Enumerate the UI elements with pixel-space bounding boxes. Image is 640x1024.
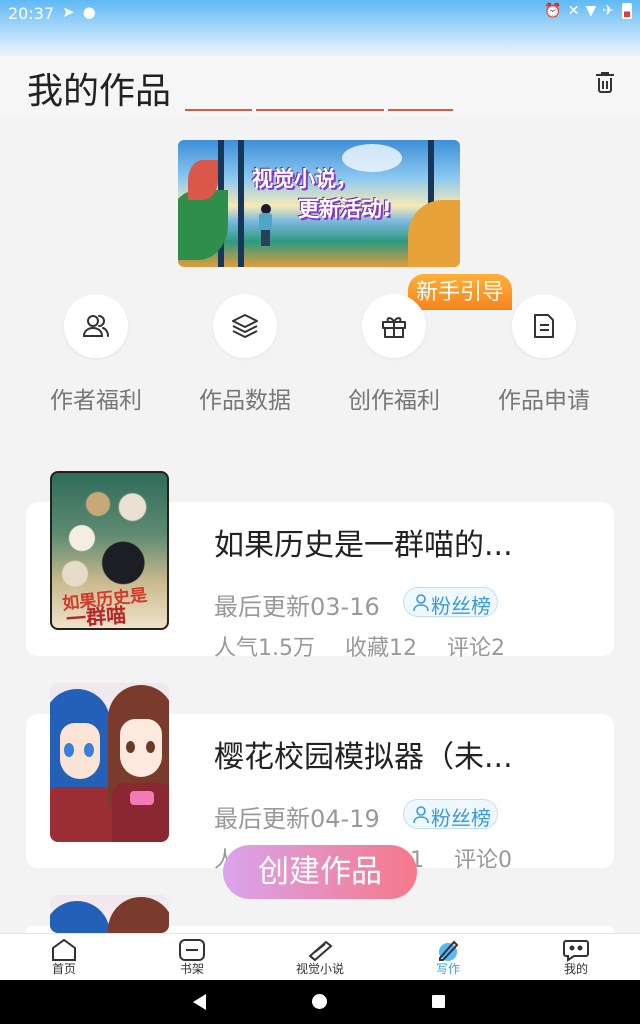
document-icon	[534, 314, 554, 338]
home-icon	[52, 938, 76, 961]
alarm-icon: ⏰	[544, 3, 568, 19]
fans-ranking-button[interactable]: 粉丝榜	[403, 587, 498, 618]
cover-title-text: 一群喵	[65, 602, 127, 630]
banner-plant	[188, 160, 218, 200]
header-divider	[256, 109, 384, 111]
work-updated: 最后更新04-19	[214, 805, 380, 833]
fans-ranking-label: 粉丝榜	[431, 806, 491, 830]
comments-count: 评论0	[454, 848, 513, 873]
fans-ranking-label: 粉丝榜	[431, 594, 491, 618]
tab-label: 视觉小说	[295, 962, 344, 976]
recents-icon[interactable]	[432, 995, 445, 1008]
user-icon	[413, 806, 429, 824]
layers-icon	[232, 314, 258, 338]
quick-action-work-application[interactable]: 作品申请	[478, 294, 610, 424]
banner-caption: 视觉小说，	[252, 167, 357, 191]
tab-visual-novel[interactable]: 视觉小说	[260, 934, 380, 981]
bottom-tab-bar: 首页 书架 视觉小说 写作 我的	[0, 933, 640, 980]
comments-count: 评论2	[447, 636, 505, 661]
tab-label: 首页	[51, 962, 76, 976]
users-icon	[82, 315, 109, 337]
create-work-button[interactable]: 创建作品	[223, 845, 417, 899]
favorites-count: 收藏12	[345, 636, 417, 661]
work-cover-image[interactable]	[50, 683, 169, 842]
header-divider	[185, 109, 252, 111]
quick-action-label: 作品申请	[498, 388, 590, 412]
tab-label: 书架	[179, 962, 204, 976]
status-left-icons: ➤●	[62, 3, 104, 21]
user-icon	[413, 594, 429, 612]
system-nav-bar	[0, 980, 640, 1024]
promo-banner[interactable]: 视觉小说， 更新活动!	[178, 140, 460, 267]
banner-character	[258, 204, 272, 246]
bookshelf-icon	[179, 939, 205, 961]
status-right-icons: ⏰✕▼✈	[544, 3, 632, 19]
mute-icon: ✕	[567, 3, 586, 19]
send-icon: ➤	[62, 3, 83, 21]
banner-caption: 更新活动!	[298, 197, 392, 221]
gift-icon	[382, 317, 406, 338]
battery-low-icon	[622, 3, 632, 19]
circle-notification-icon: ●	[82, 3, 104, 21]
work-cover-image[interactable]	[50, 895, 169, 933]
header-divider	[388, 109, 453, 111]
tab-label: 写作	[435, 962, 460, 976]
trash-icon[interactable]	[594, 72, 616, 96]
quick-action-author-benefits[interactable]: 作者福利	[30, 294, 162, 424]
fans-ranking-button[interactable]: 粉丝榜	[403, 799, 498, 830]
status-bar: 20:37 ➤● ⏰✕▼✈	[0, 0, 640, 56]
work-updated: 最后更新03-16	[214, 593, 380, 621]
back-icon[interactable]	[193, 994, 206, 1010]
pen-icon	[439, 940, 459, 961]
page-title: 我的作品	[27, 71, 172, 112]
work-title[interactable]: 樱花校园模拟器（未...	[214, 732, 513, 776]
tab-home[interactable]: 首页	[4, 934, 124, 981]
quick-action-label: 作品数据	[199, 388, 291, 412]
work-title[interactable]: 如果历史是一群喵的...	[214, 520, 513, 564]
book-icon	[308, 940, 333, 962]
airplane-icon: ✈	[602, 3, 620, 19]
quick-action-label: 作者福利	[50, 388, 142, 412]
quick-action-creation-benefits[interactable]: 创作福利	[328, 294, 460, 424]
tab-label: 我的	[563, 962, 588, 976]
tab-me[interactable]: 我的	[516, 934, 636, 981]
tab-writing[interactable]: 写作	[388, 934, 508, 981]
status-time: 20:37	[8, 4, 55, 23]
banner-window-frame	[238, 140, 244, 267]
quick-action-label: 创作福利	[348, 388, 440, 412]
wifi-icon: ▼	[585, 3, 603, 19]
page-header: 我的作品	[0, 56, 640, 116]
home-circle-icon[interactable]	[312, 994, 327, 1009]
chat-bubble-icon	[563, 940, 589, 962]
banner-plant	[408, 200, 460, 267]
work-cover-image[interactable]: 如果历史是 一群喵	[50, 471, 169, 630]
quick-action-work-data[interactable]: 作品数据	[179, 294, 311, 424]
tab-bookshelf[interactable]: 书架	[132, 934, 252, 981]
work-stats: 人气1.5万 收藏12 评论2	[214, 630, 544, 662]
popularity-count: 人气1.5万	[214, 636, 315, 661]
